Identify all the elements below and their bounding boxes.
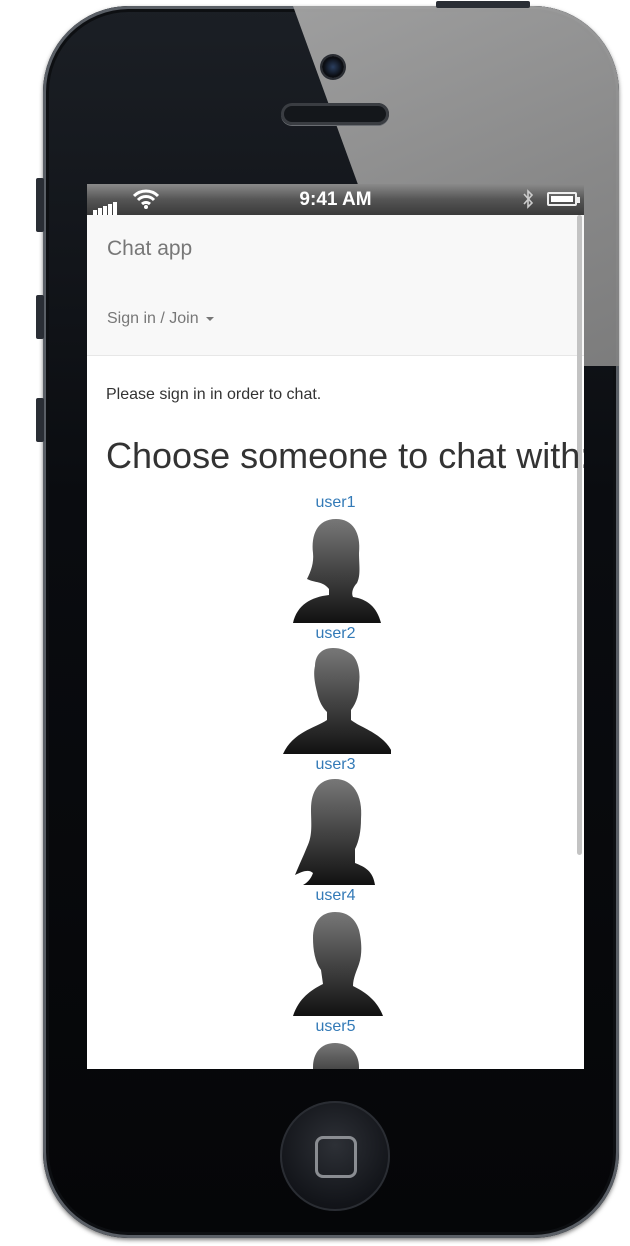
- user-link[interactable]: user2: [87, 623, 584, 644]
- user-link[interactable]: user1: [87, 492, 584, 513]
- list-item: user4: [87, 885, 584, 1016]
- signin-label: Sign in / Join: [107, 310, 199, 327]
- signin-dropdown[interactable]: Sign in / Join: [107, 310, 214, 328]
- mute-switch: [36, 178, 44, 232]
- list-item: user5: [87, 1016, 584, 1069]
- signin-message: Please sign in in order to chat.: [106, 386, 322, 403]
- female-long-hair-silhouette-icon[interactable]: [281, 775, 391, 885]
- status-time: 9:41 AM: [299, 189, 372, 210]
- front-camera: [322, 56, 344, 78]
- user-link[interactable]: user4: [87, 885, 584, 906]
- user-list: user1 user2 user3 user4 user5: [87, 492, 584, 1069]
- list-item: user1: [87, 492, 584, 623]
- page-heading: Choose someone to chat with:: [106, 435, 584, 476]
- battery-icon: [547, 192, 580, 206]
- navbar: Chat app Sign in / Join: [87, 215, 584, 356]
- user-link[interactable]: user5: [87, 1016, 584, 1037]
- navbar-brand[interactable]: Chat app: [107, 237, 192, 261]
- list-item: user2: [87, 623, 584, 754]
- male-silhouette-icon[interactable]: [281, 644, 391, 754]
- volume-up-button: [36, 295, 44, 339]
- status-bar: 9:41 AM: [87, 184, 584, 215]
- silhouette-icon[interactable]: [281, 1037, 391, 1069]
- male-silhouette-icon[interactable]: [281, 906, 391, 1016]
- home-icon: [315, 1136, 357, 1178]
- phone-screen: 9:41 AM Chat app Sign in / Join Please s…: [87, 184, 584, 1069]
- bluetooth-icon: [523, 189, 534, 209]
- female-silhouette-icon[interactable]: [281, 513, 391, 623]
- volume-down-button: [36, 398, 44, 442]
- caret-down-icon: [205, 316, 214, 321]
- earpiece-speaker: [281, 103, 389, 125]
- list-item: user3: [87, 754, 584, 885]
- user-link[interactable]: user3: [87, 754, 584, 775]
- power-button: [436, 1, 530, 8]
